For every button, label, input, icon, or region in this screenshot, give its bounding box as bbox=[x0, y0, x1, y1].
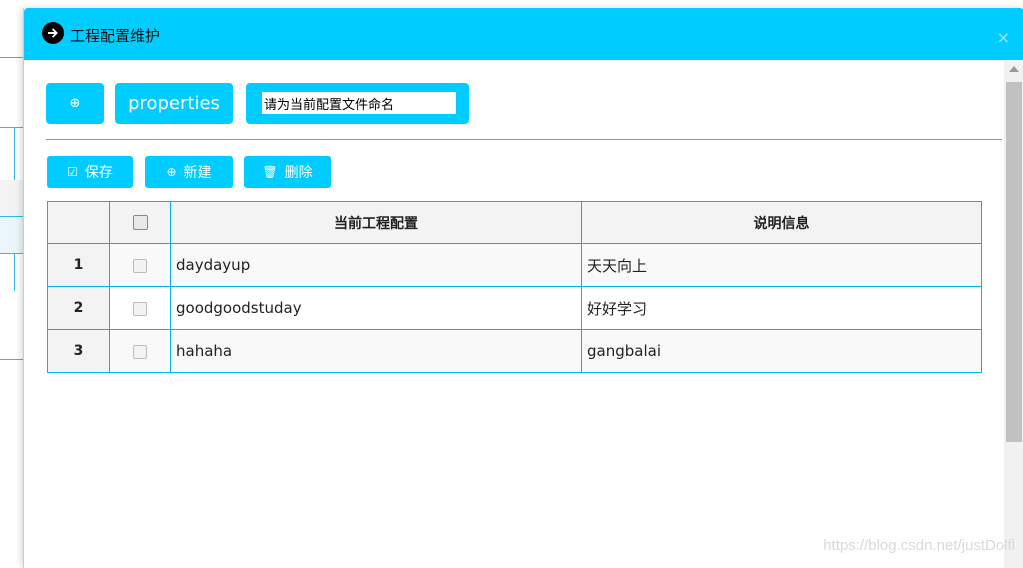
table-header-row: 当前工程配置 说明信息 bbox=[47, 201, 982, 244]
row-number: 1 bbox=[47, 243, 110, 287]
delete-button[interactable]: 🗑 删除 bbox=[244, 156, 331, 188]
new-button[interactable]: ⊕ 新建 bbox=[145, 156, 233, 188]
background-page bbox=[0, 0, 24, 564]
config-cell[interactable]: hahaha bbox=[170, 329, 582, 373]
row-number-header bbox=[47, 201, 110, 244]
dialog-title: 工程配置维护 bbox=[70, 27, 161, 45]
tab-properties[interactable]: properties bbox=[115, 83, 233, 124]
table-row[interactable]: 3 hahaha gangbalai bbox=[47, 329, 982, 373]
save-button[interactable]: ☑ 保存 bbox=[47, 156, 133, 188]
bg-divider bbox=[0, 127, 24, 128]
table-row[interactable]: 1 daydayup 天天向上 bbox=[47, 243, 982, 287]
config-cell[interactable]: daydayup bbox=[170, 243, 582, 287]
save-label: 保存 bbox=[84, 165, 113, 181]
row-checkbox[interactable] bbox=[133, 258, 147, 273]
tab-divider bbox=[46, 139, 1002, 140]
bg-divider bbox=[0, 359, 24, 360]
column-header-config[interactable]: 当前工程配置 bbox=[170, 201, 582, 244]
select-all-checkbox[interactable] bbox=[132, 215, 148, 230]
row-checkbox-cell bbox=[109, 243, 171, 287]
tab-new-name bbox=[246, 83, 469, 124]
bg-divider bbox=[0, 216, 24, 217]
row-number: 3 bbox=[47, 329, 110, 373]
row-number: 2 bbox=[47, 286, 110, 330]
row-checkbox-cell bbox=[109, 329, 171, 373]
vertical-scrollbar[interactable] bbox=[1004, 60, 1023, 568]
description-cell[interactable]: 好好学习 bbox=[581, 286, 982, 330]
description-cell[interactable]: gangbalai bbox=[581, 329, 982, 373]
select-all-cell bbox=[109, 201, 171, 244]
arrow-right-circle-icon bbox=[42, 22, 64, 44]
trash-icon: 🗑 bbox=[262, 165, 278, 179]
watermark: https://blog.csdn.net/justDolfl bbox=[823, 537, 1015, 554]
delete-label: 删除 bbox=[284, 165, 313, 181]
description-cell[interactable]: 天天向上 bbox=[581, 243, 982, 287]
scroll-up-arrow-icon[interactable] bbox=[1009, 66, 1019, 72]
scroll-thumb[interactable] bbox=[1006, 82, 1022, 442]
bg-row bbox=[0, 180, 24, 216]
config-dialog: 工程配置维护 × ⊕ properties ☑ 保存 ⊕ 新建 🗑 删除 bbox=[23, 8, 1023, 568]
bg-row bbox=[0, 216, 24, 253]
table-row[interactable]: 2 goodgoodstuday 好好学习 bbox=[47, 286, 982, 330]
plus-circle-icon: ⊕ bbox=[69, 96, 81, 111]
close-button[interactable]: × bbox=[997, 28, 1010, 47]
config-cell[interactable]: goodgoodstuday bbox=[170, 286, 582, 330]
bg-divider bbox=[0, 253, 24, 254]
config-name-input[interactable] bbox=[262, 92, 456, 114]
row-checkbox[interactable] bbox=[133, 344, 147, 359]
column-header-description[interactable]: 说明信息 bbox=[581, 201, 982, 244]
new-label: 新建 bbox=[183, 165, 212, 181]
dialog-header: 工程配置维护 × bbox=[24, 8, 1023, 60]
config-table: 当前工程配置 说明信息 1 daydayup 天天向上 2 goodgoodst… bbox=[47, 201, 982, 373]
row-checkbox[interactable] bbox=[133, 301, 147, 316]
add-tab-button[interactable]: ⊕ bbox=[46, 83, 104, 124]
row-checkbox-cell bbox=[109, 286, 171, 330]
plus-circle-icon: ⊕ bbox=[166, 165, 177, 179]
check-square-icon: ☑ bbox=[67, 165, 78, 179]
bg-divider bbox=[0, 57, 24, 58]
tab-label: properties bbox=[128, 93, 220, 114]
dialog-body: ⊕ properties ☑ 保存 ⊕ 新建 🗑 删除 当前 bbox=[24, 60, 1004, 568]
